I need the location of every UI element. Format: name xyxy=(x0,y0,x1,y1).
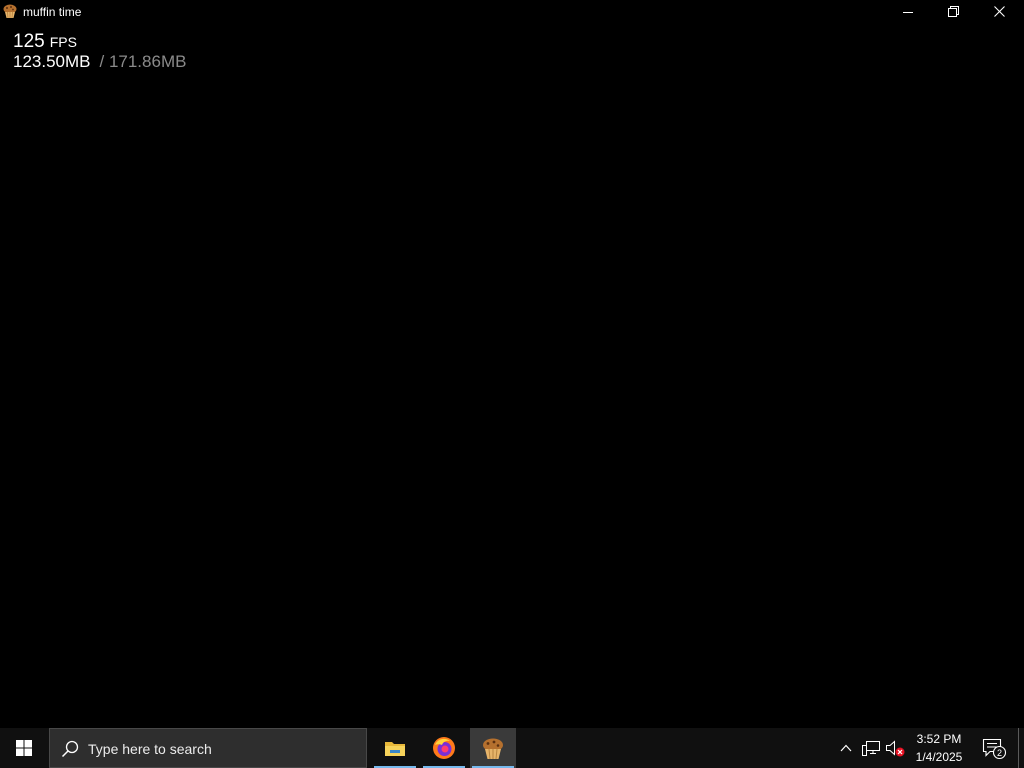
volume-muted-icon xyxy=(886,740,905,757)
firefox-icon xyxy=(433,737,455,759)
clock-time: 3:52 PM xyxy=(916,732,962,746)
taskbar-search-box[interactable]: Type here to search xyxy=(49,728,367,768)
show-hidden-icons-button[interactable] xyxy=(836,728,856,768)
taskbar: Type here to search 3:52 PM 1/4/2025 2 xyxy=(0,728,1024,768)
search-placeholder: Type here to search xyxy=(88,741,212,757)
taskbar-muffin-time[interactable] xyxy=(470,728,516,768)
file-explorer-icon xyxy=(385,742,405,756)
muffin-app-icon xyxy=(483,738,503,760)
restore-button[interactable] xyxy=(930,0,976,23)
performance-overlay: 125 FPS 123.50MB / 171.86MB xyxy=(13,32,186,70)
chevron-up-icon xyxy=(840,744,852,752)
window-title-bar[interactable]: muffin time xyxy=(0,0,1024,23)
minimize-button[interactable] xyxy=(885,0,931,23)
action-center-button[interactable]: 2 xyxy=(978,728,1010,768)
windows-logo-icon xyxy=(16,740,32,756)
volume-tray-button[interactable] xyxy=(884,728,906,768)
window-title: muffin time xyxy=(23,5,82,19)
restore-icon xyxy=(947,6,959,17)
muffin-icon xyxy=(2,3,18,19)
notification-icon: 2 xyxy=(982,738,1007,760)
memory-counter: 123.50MB / 171.86MB xyxy=(13,53,186,70)
taskbar-firefox[interactable] xyxy=(421,728,467,768)
search-icon xyxy=(61,740,79,758)
fps-value: 125 xyxy=(13,31,45,52)
close-button[interactable] xyxy=(976,0,1022,23)
memory-total: / 171.86MB xyxy=(99,52,187,71)
fps-unit: FPS xyxy=(49,34,77,50)
memory-used: 123.50MB xyxy=(13,52,91,71)
start-button[interactable] xyxy=(0,728,48,768)
taskbar-clock[interactable]: 3:52 PM 1/4/2025 xyxy=(906,728,972,768)
clock-date: 1/4/2025 xyxy=(915,750,963,764)
minimize-icon xyxy=(903,11,913,13)
fps-counter: 125 FPS xyxy=(13,32,186,52)
show-desktop-button[interactable] xyxy=(1018,728,1024,768)
taskbar-file-explorer[interactable] xyxy=(372,728,418,768)
network-icon xyxy=(862,741,880,756)
network-tray-button[interactable] xyxy=(860,728,882,768)
close-icon xyxy=(993,6,1005,17)
notification-count: 2 xyxy=(997,748,1002,758)
